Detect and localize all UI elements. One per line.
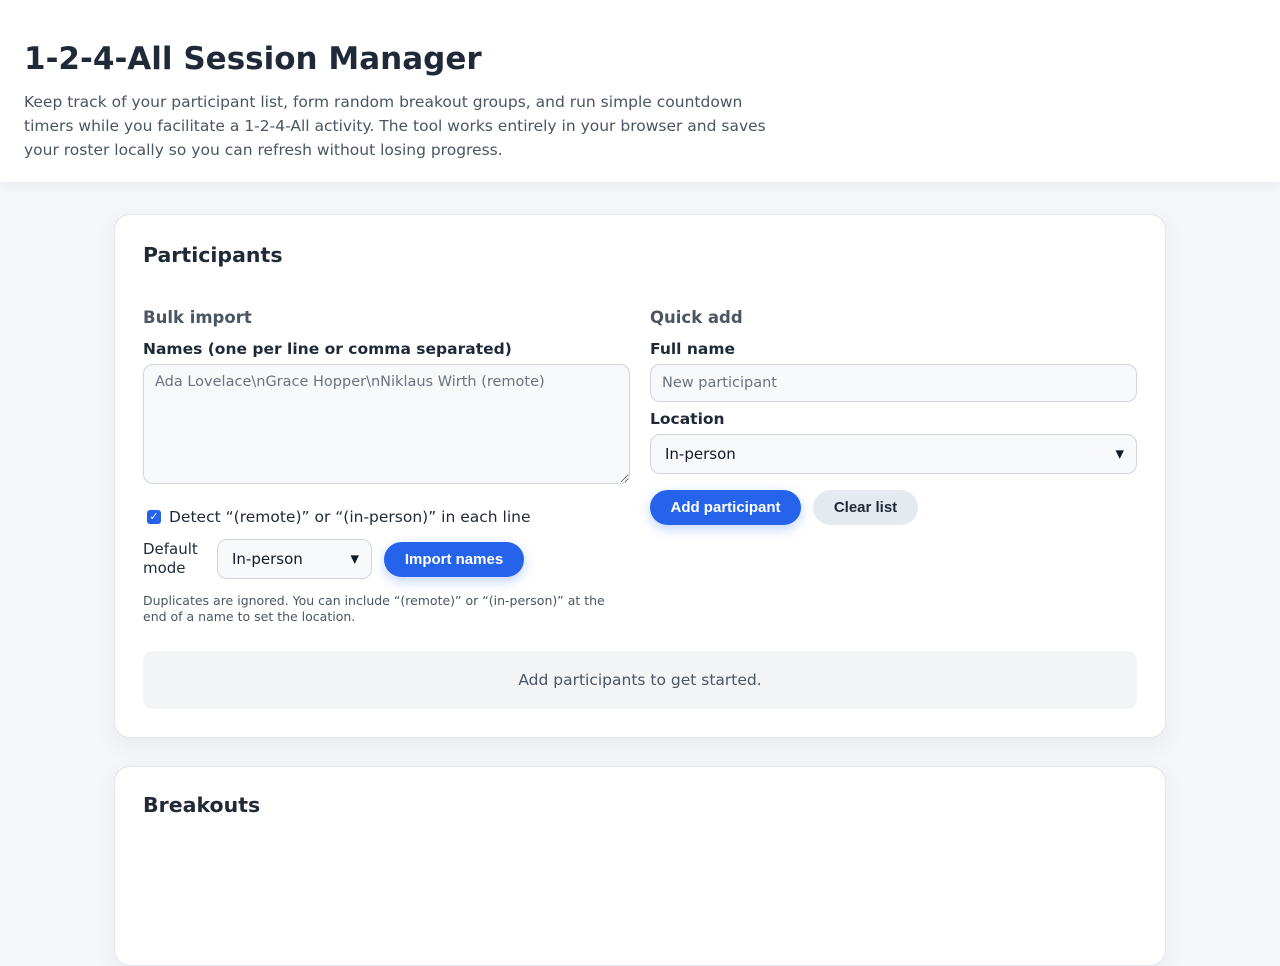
participants-empty-state: Add participants to get started. <box>143 651 1137 709</box>
detect-location-row: ✓ Detect “(remote)” or “(in-person)” in … <box>143 505 630 529</box>
location-label: Location <box>650 410 725 428</box>
import-names-button[interactable]: Import names <box>384 541 524 577</box>
bulk-import-section: Bulk import Names (one per line or comma… <box>143 307 630 625</box>
detect-location-checkbox[interactable]: ✓ <box>147 510 161 524</box>
bulk-import-heading: Bulk import <box>143 308 252 327</box>
quick-add-section: Quick add Full name Location In-person ▼… <box>650 307 1137 525</box>
chevron-down-icon: ▼ <box>350 552 359 566</box>
quick-add-actions: Add participant Clear list <box>650 490 1137 525</box>
names-label: Names (one per line or comma separated) <box>143 340 512 358</box>
add-participant-button[interactable]: Add participant <box>650 490 801 525</box>
breakouts-title: Breakouts <box>143 793 261 817</box>
page-header: 1-2-4-All Session Manager Keep track of … <box>0 0 1280 182</box>
default-mode-label: Default mode <box>143 540 198 577</box>
quick-add-heading: Quick add <box>650 308 743 327</box>
breakouts-card: Breakouts <box>114 766 1166 966</box>
default-mode-row: Default mode In-person ▼ Import names <box>143 539 630 579</box>
import-hint: Duplicates are ignored. You can include … <box>143 593 605 624</box>
names-textarea[interactable] <box>143 364 630 484</box>
full-name-label: Full name <box>650 340 736 358</box>
chevron-down-icon: ▼ <box>1115 447 1124 461</box>
checkmark-icon: ✓ <box>149 510 159 523</box>
location-value: In-person <box>665 445 736 463</box>
page-title: 1-2-4-All Session Manager <box>24 41 482 77</box>
page-description: Keep track of your participant list, for… <box>24 93 766 159</box>
clear-list-button[interactable]: Clear list <box>813 490 918 525</box>
full-name-input[interactable] <box>650 364 1137 402</box>
participants-card: Participants Bulk import Names (one per … <box>114 214 1166 738</box>
detect-location-label[interactable]: Detect “(remote)” or “(in-person)” in ea… <box>169 508 531 526</box>
default-mode-select[interactable]: In-person ▼ <box>217 539 372 579</box>
participants-title: Participants <box>143 243 283 267</box>
location-select[interactable]: In-person ▼ <box>650 434 1137 474</box>
default-mode-value: In-person <box>232 550 303 568</box>
